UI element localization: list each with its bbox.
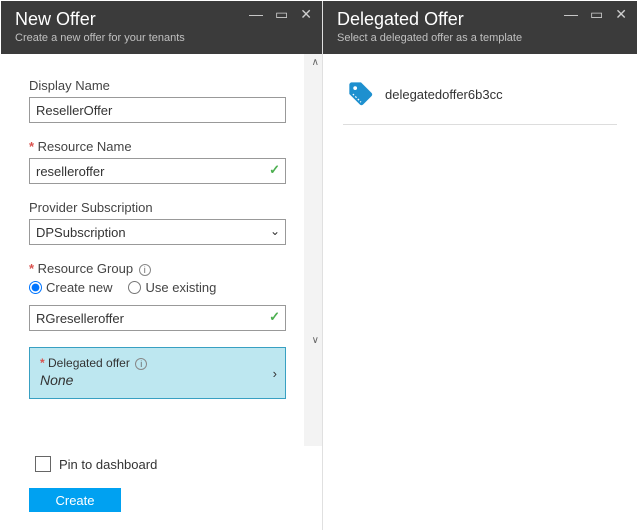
window-controls: — ▭ ✕: [564, 7, 627, 21]
resource-name-input[interactable]: [29, 158, 286, 184]
scroll-up-icon[interactable]: ∧: [312, 57, 319, 68]
use-existing-radio-label[interactable]: Use existing: [128, 280, 216, 295]
use-existing-radio[interactable]: [128, 281, 141, 294]
provider-subscription-field: Provider Subscription ⌄: [29, 200, 286, 245]
resource-name-field: Resource Name ✓: [29, 139, 286, 184]
close-icon[interactable]: ✕: [300, 7, 312, 21]
new-offer-body: ∧ ∨ Display Name Resource Name ✓ Provide…: [1, 54, 322, 446]
new-offer-footer: Pin to dashboard Create: [1, 446, 322, 530]
pin-label: Pin to dashboard: [59, 457, 157, 472]
window-controls: — ▭ ✕: [249, 7, 312, 21]
valid-icon: ✓: [269, 162, 280, 178]
resource-name-label: Resource Name: [29, 139, 286, 154]
offer-tag-icon: [347, 80, 375, 108]
delegated-offer-body: delegatedoffer6b3cc: [323, 54, 637, 530]
display-name-label: Display Name: [29, 78, 286, 93]
close-icon[interactable]: ✕: [615, 7, 627, 21]
minimize-icon[interactable]: —: [564, 7, 578, 21]
delegated-offer-label: Delegated offer i: [40, 356, 275, 370]
create-button[interactable]: Create: [29, 488, 121, 512]
delegated-offer-subtitle: Select a delegated offer as a template: [337, 32, 623, 44]
divider: [343, 124, 617, 125]
delegated-offer-selector[interactable]: Delegated offer i None ›: [29, 347, 286, 399]
info-icon[interactable]: i: [139, 264, 151, 276]
valid-icon: ✓: [269, 309, 280, 325]
maximize-icon[interactable]: ▭: [275, 7, 288, 21]
maximize-icon[interactable]: ▭: [590, 7, 603, 21]
provider-subscription-select[interactable]: [29, 219, 286, 245]
create-new-radio-label[interactable]: Create new: [29, 280, 112, 295]
delegated-offer-item-name: delegatedoffer6b3cc: [385, 87, 503, 102]
resource-group-input[interactable]: [29, 305, 286, 331]
scroll-down-icon[interactable]: ∨: [312, 335, 319, 346]
resource-group-field: Resource Group i Create new Use existing: [29, 261, 286, 331]
delegated-offer-blade: Delegated Offer Select a delegated offer…: [323, 1, 637, 530]
info-icon[interactable]: i: [135, 358, 147, 370]
delegated-offer-value: None: [40, 372, 275, 388]
scrollbar[interactable]: ∧ ∨: [304, 54, 322, 446]
resource-group-label: Resource Group i: [29, 261, 286, 276]
new-offer-blade: New Offer Create a new offer for your te…: [1, 1, 323, 530]
provider-subscription-label: Provider Subscription: [29, 200, 286, 215]
minimize-icon[interactable]: —: [249, 7, 263, 21]
pin-to-dashboard-row[interactable]: Pin to dashboard: [35, 456, 294, 472]
chevron-right-icon: ›: [273, 366, 277, 381]
delegated-offer-header: Delegated Offer Select a delegated offer…: [323, 1, 637, 54]
new-offer-header: New Offer Create a new offer for your te…: [1, 1, 322, 54]
create-new-radio[interactable]: [29, 281, 42, 294]
pin-checkbox[interactable]: [35, 456, 51, 472]
display-name-input[interactable]: [29, 97, 286, 123]
display-name-field: Display Name: [29, 78, 286, 123]
new-offer-subtitle: Create a new offer for your tenants: [15, 32, 308, 44]
delegated-offer-item[interactable]: delegatedoffer6b3cc: [343, 72, 617, 116]
